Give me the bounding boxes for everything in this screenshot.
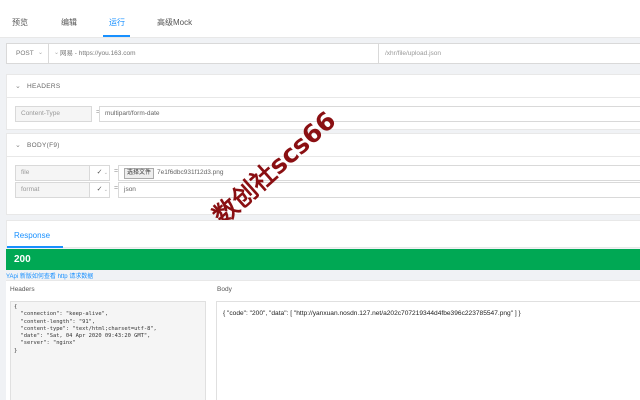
header-key-field[interactable]: Content-Type xyxy=(15,106,92,122)
choose-file-button[interactable]: 选择文件 xyxy=(124,168,155,179)
method-select[interactable]: POST ⌄ xyxy=(7,44,49,63)
file-name: 7e1f6dbc931f12d3.png xyxy=(157,169,224,176)
format-type-select[interactable]: ✓ ⌄ xyxy=(89,182,110,198)
header-line: "content-length": "91", xyxy=(14,318,96,325)
body-key-field-file[interactable]: file xyxy=(15,165,92,181)
chevron-down-icon: ⌄ xyxy=(15,142,22,149)
body-section-body: file ✓ ⌄ = 选择文件 7e1f6dbc931f12d3.png forma… xyxy=(6,157,640,215)
tab-response[interactable]: Response xyxy=(14,231,50,240)
body-section-title: BODY(F9) xyxy=(27,142,60,149)
header-line: "connection": "keep-alive", xyxy=(14,311,109,318)
header-line: "server": "nginx" xyxy=(14,340,76,347)
header-value-field[interactable]: multipart/form-date xyxy=(99,106,640,122)
chevron-down-icon: ⌄ xyxy=(15,83,22,90)
active-tab-indicator xyxy=(103,35,130,37)
tab-run[interactable]: 运行 xyxy=(109,17,125,28)
file-type-select[interactable]: ✓ ⌄ xyxy=(89,165,110,181)
host-value: 网易 - https://you.163.com xyxy=(60,50,136,57)
header-line: } xyxy=(14,347,18,354)
tab-edit[interactable]: 编辑 xyxy=(61,17,77,28)
headers-label: Headers xyxy=(10,286,35,293)
header-line: { xyxy=(14,304,18,310)
tab-preview[interactable]: 预览 xyxy=(12,17,28,28)
body-label: Body xyxy=(217,286,232,293)
tab-advanced-mock[interactable]: 高级Mock xyxy=(157,17,192,28)
request-path[interactable]: /xhr/file/upload.json xyxy=(385,44,441,63)
response-body-viewer[interactable]: { "code": "200", "data": [ "http://yanxu… xyxy=(216,301,640,400)
chevron-down-icon: ⌄ xyxy=(54,50,60,56)
top-tab-bar: 预览 编辑 运行 高级Mock xyxy=(0,0,640,38)
check-icon: ✓ xyxy=(96,169,103,176)
response-headers-viewer[interactable]: { "connection": "keep-alive", "content-l… xyxy=(10,301,206,400)
header-line: "content-type": "text/html;charset=utf-8… xyxy=(14,325,157,332)
chevron-down-icon: ⌄ xyxy=(103,170,108,176)
host-select[interactable]: ⌄ 网易 - https://you.163.com xyxy=(49,44,379,63)
check-icon: ✓ xyxy=(96,186,103,193)
header-line: "date": "Sat, 04 Apr 2020 09:43:20 GMT", xyxy=(14,333,151,340)
chevron-down-icon: ⌄ xyxy=(37,50,43,56)
help-link[interactable]: YApi 新版如何查看 http 请求数据 xyxy=(6,271,93,280)
response-headers-code: { "connection": "keep-alive", "content-l… xyxy=(11,302,205,355)
headers-section-title: HEADERS xyxy=(27,83,61,90)
status-badge: 200 xyxy=(6,249,640,270)
response-body-code: { "code": "200", "data": [ "http://yanxu… xyxy=(223,310,521,317)
request-line: POST ⌄ ⌄ 网易 - https://you.163.com /xhr/f… xyxy=(6,43,640,64)
body-key-field-format[interactable]: format xyxy=(15,182,92,198)
headers-section-header[interactable]: ⌄ HEADERS xyxy=(6,74,640,98)
response-panels: Headers Body { "connection": "keep-alive… xyxy=(6,280,640,400)
response-tab-bar: Response xyxy=(6,220,640,248)
format-value-field[interactable]: json xyxy=(118,182,640,198)
active-tab-indicator xyxy=(7,246,63,248)
file-input[interactable]: 选择文件 7e1f6dbc931f12d3.png xyxy=(118,165,640,181)
chevron-down-icon: ⌄ xyxy=(103,187,108,193)
method-value: POST xyxy=(16,50,34,57)
